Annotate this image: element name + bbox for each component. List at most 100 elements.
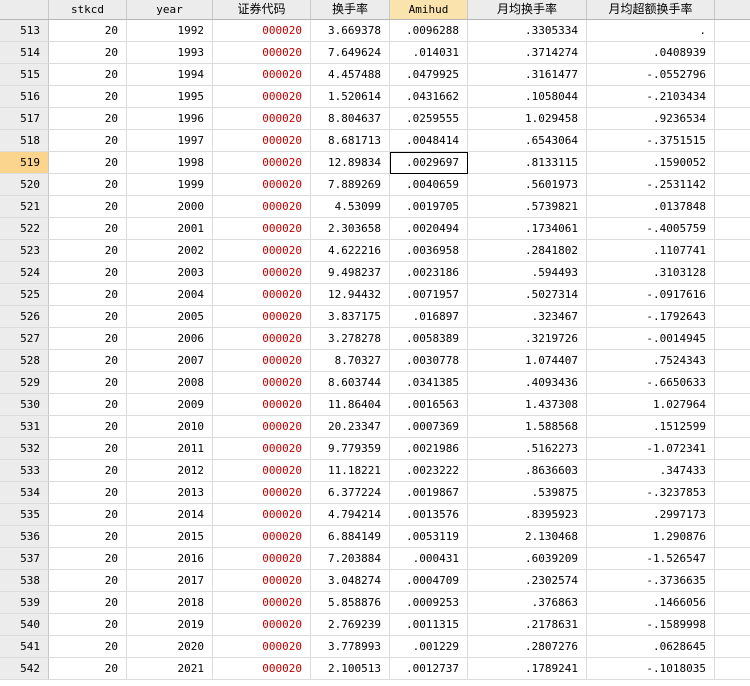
cell-monthly-excess-turnover[interactable]: 1.290876 — [587, 526, 715, 548]
cell-security-code[interactable]: 000020 — [213, 438, 311, 460]
cell-turnover[interactable]: 12.94432 — [311, 284, 390, 306]
cell-amihud[interactable]: .0431662 — [390, 86, 468, 108]
cell-monthly-turnover[interactable]: .594493 — [468, 262, 587, 284]
row-number[interactable]: 514 — [0, 42, 49, 64]
cell-turnover[interactable]: 9.779359 — [311, 438, 390, 460]
cell-stkcd[interactable]: 20 — [49, 174, 127, 196]
cell-turnover[interactable]: 9.498237 — [311, 262, 390, 284]
cell-monthly-excess-turnover[interactable]: 1.027964 — [587, 394, 715, 416]
cell-monthly-turnover[interactable]: .5162273 — [468, 438, 587, 460]
column-header-security-code[interactable]: 证券代码 — [213, 0, 311, 19]
cell-stkcd[interactable]: 20 — [49, 130, 127, 152]
cell-turnover[interactable]: 2.769239 — [311, 614, 390, 636]
cell-monthly-excess-turnover[interactable]: .2997173 — [587, 504, 715, 526]
cell-year[interactable]: 2000 — [127, 196, 213, 218]
row-number[interactable]: 536 — [0, 526, 49, 548]
cell-amihud[interactable]: .0019705 — [390, 196, 468, 218]
cell-year[interactable]: 2007 — [127, 350, 213, 372]
cell-monthly-excess-turnover[interactable]: -.2531142 — [587, 174, 715, 196]
cell-year[interactable]: 2015 — [127, 526, 213, 548]
cell-security-code[interactable]: 000020 — [213, 394, 311, 416]
cell-year[interactable]: 2008 — [127, 372, 213, 394]
cell-security-code[interactable]: 000020 — [213, 306, 311, 328]
cell-year[interactable]: 1997 — [127, 130, 213, 152]
table-row[interactable]: 527 20 2006 000020 3.278278.0058389.3219726-… — [0, 328, 750, 350]
table-row[interactable]: 525 20 2004 000020 12.94432.0071957.5027314-… — [0, 284, 750, 306]
cell-stkcd[interactable]: 20 — [49, 306, 127, 328]
cell-turnover[interactable]: 3.669378 — [311, 20, 390, 42]
table-row[interactable]: 530 20 2009 000020 11.86404.0016563 1.437308 1… — [0, 394, 750, 416]
cell-amihud[interactable]: .0021986 — [390, 438, 468, 460]
row-number[interactable]: 529 — [0, 372, 49, 394]
cell-amihud[interactable]: .0259555 — [390, 108, 468, 130]
cell-monthly-turnover[interactable]: .4093436 — [468, 372, 587, 394]
row-number[interactable]: 527 — [0, 328, 49, 350]
cell-year[interactable]: 1998 — [127, 152, 213, 174]
column-header-monthly-turnover[interactable]: 月均换手率 — [468, 0, 587, 19]
column-header-monthly-excess-turnover[interactable]: 月均超额换手率 — [587, 0, 715, 19]
cell-year[interactable]: 1992 — [127, 20, 213, 42]
cell-stkcd[interactable]: 20 — [49, 262, 127, 284]
cell-turnover[interactable]: 1.520614 — [311, 86, 390, 108]
cell-monthly-excess-turnover[interactable]: -.1018035 — [587, 658, 715, 680]
row-number[interactable]: 528 — [0, 350, 49, 372]
cell-turnover[interactable]: 2.100513 — [311, 658, 390, 680]
cell-monthly-excess-turnover[interactable]: .1512599 — [587, 416, 715, 438]
cell-monthly-turnover[interactable]: .5601973 — [468, 174, 587, 196]
table-row[interactable]: 519 20 1998 000020 12.89834.0029697.8133115.… — [0, 152, 750, 174]
table-row[interactable]: 533 20 2012 000020 11.18221.0023222.8636603.… — [0, 460, 750, 482]
cell-amihud[interactable]: .0019867 — [390, 482, 468, 504]
row-number[interactable]: 516 — [0, 86, 49, 108]
cell-year[interactable]: 2016 — [127, 548, 213, 570]
table-row[interactable]: 517 20 1996 000020 8.804637.0259555 1.029458.… — [0, 108, 750, 130]
table-row[interactable]: 516 20 1995 000020 1.520614.0431662.1058044-… — [0, 86, 750, 108]
cell-monthly-turnover[interactable]: .6039209 — [468, 548, 587, 570]
cell-monthly-turnover[interactable]: .3161477 — [468, 64, 587, 86]
cell-amihud[interactable]: .0096288 — [390, 20, 468, 42]
cell-stkcd[interactable]: 20 — [49, 416, 127, 438]
cell-year[interactable]: 2011 — [127, 438, 213, 460]
cell-turnover[interactable]: 7.203884 — [311, 548, 390, 570]
cell-security-code[interactable]: 000020 — [213, 592, 311, 614]
table-row[interactable]: 518 20 1997 000020 8.681713.0048414.6543064-… — [0, 130, 750, 152]
cell-stkcd[interactable]: 20 — [49, 240, 127, 262]
row-number[interactable]: 519 — [0, 152, 49, 174]
cell-monthly-turnover[interactable]: 1.588568 — [468, 416, 587, 438]
table-row[interactable]: 535 20 2014 000020 4.794214.0013576.8395923.… — [0, 504, 750, 526]
cell-amihud[interactable]: .0030778 — [390, 350, 468, 372]
cell-year[interactable]: 2012 — [127, 460, 213, 482]
cell-monthly-excess-turnover[interactable]: .0137848 — [587, 196, 715, 218]
cell-year[interactable]: 2021 — [127, 658, 213, 680]
cell-monthly-turnover[interactable]: .1058044 — [468, 86, 587, 108]
cell-year[interactable]: 1994 — [127, 64, 213, 86]
table-row[interactable]: 539 20 2018 000020 5.858876.0009253.376863.1… — [0, 592, 750, 614]
cell-monthly-excess-turnover[interactable]: .0408939 — [587, 42, 715, 64]
cell-stkcd[interactable]: 20 — [49, 196, 127, 218]
row-number[interactable]: 535 — [0, 504, 49, 526]
cell-security-code[interactable]: 000020 — [213, 86, 311, 108]
cell-year[interactable]: 1996 — [127, 108, 213, 130]
cell-monthly-excess-turnover[interactable]: -1.526547 — [587, 548, 715, 570]
cell-stkcd[interactable]: 20 — [49, 526, 127, 548]
cell-turnover[interactable]: 4.794214 — [311, 504, 390, 526]
cell-amihud[interactable]: .000431 — [390, 548, 468, 570]
row-number[interactable]: 532 — [0, 438, 49, 460]
cell-stkcd[interactable]: 20 — [49, 614, 127, 636]
cell-security-code[interactable]: 000020 — [213, 196, 311, 218]
table-row[interactable]: 532 20 2011 000020 9.779359.0021986.5162273-… — [0, 438, 750, 460]
cell-stkcd[interactable]: 20 — [49, 284, 127, 306]
cell-security-code[interactable]: 000020 — [213, 284, 311, 306]
cell-security-code[interactable]: 000020 — [213, 460, 311, 482]
table-row[interactable]: 540 20 2019 000020 2.769239.0011315.2178631-… — [0, 614, 750, 636]
cell-security-code[interactable]: 000020 — [213, 130, 311, 152]
cell-monthly-turnover[interactable]: .8636603 — [468, 460, 587, 482]
cell-security-code[interactable]: 000020 — [213, 504, 311, 526]
cell-security-code[interactable]: 000020 — [213, 416, 311, 438]
cell-monthly-turnover[interactable]: .2178631 — [468, 614, 587, 636]
row-number[interactable]: 522 — [0, 218, 49, 240]
row-number[interactable]: 526 — [0, 306, 49, 328]
cell-monthly-excess-turnover[interactable]: . — [587, 20, 715, 42]
row-number[interactable]: 531 — [0, 416, 49, 438]
cell-turnover[interactable]: 12.89834 — [311, 152, 390, 174]
cell-year[interactable]: 2019 — [127, 614, 213, 636]
